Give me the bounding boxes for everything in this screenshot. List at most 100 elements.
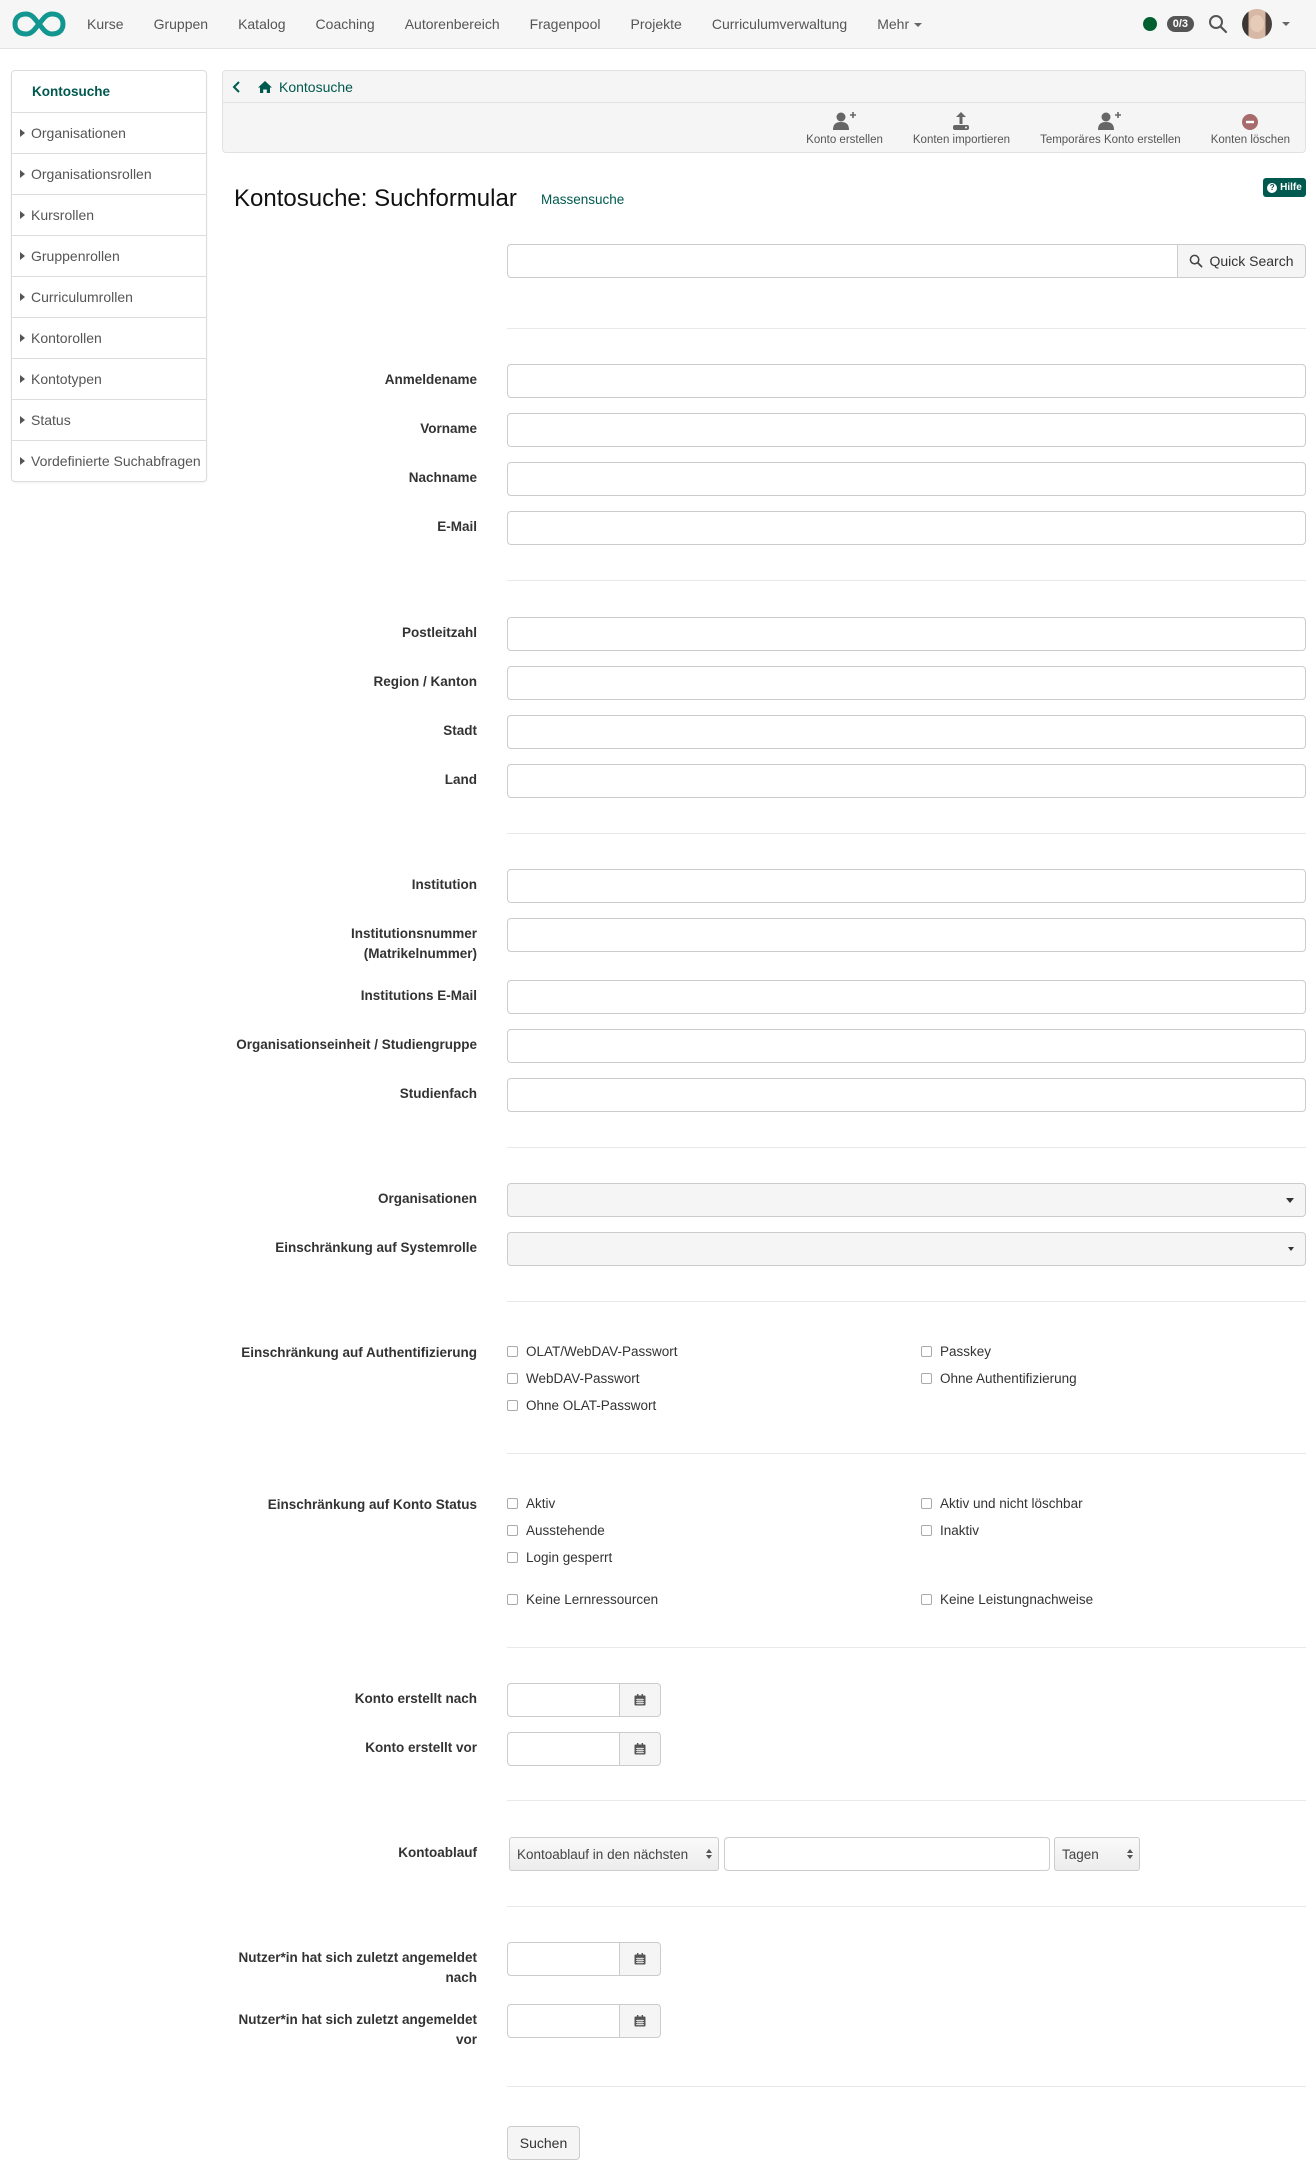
login-input[interactable]	[507, 364, 1306, 398]
email-input[interactable]	[507, 511, 1306, 545]
section-divider	[507, 1906, 1306, 1907]
organisations-select[interactable]	[507, 1183, 1306, 1217]
lastname-input[interactable]	[507, 462, 1306, 496]
nav-mehr[interactable]: Mehr	[862, 16, 937, 32]
sidebar-item-gruppenrollen[interactable]: Gruppenrollen	[12, 235, 206, 276]
checkbox-box[interactable]	[507, 1552, 518, 1563]
nav-autorenbereich[interactable]: Autorenbereich	[390, 16, 515, 32]
nav-gruppen[interactable]: Gruppen	[139, 16, 223, 32]
sidebar-item-kursrollen[interactable]: Kursrollen	[12, 194, 206, 235]
expiration-amount-input[interactable]	[724, 1837, 1050, 1871]
sidebar-item-organisationen[interactable]: Organisationen	[12, 112, 206, 153]
created-before-calendar-button[interactable]	[619, 1732, 661, 1766]
nav-katalog[interactable]: Katalog	[223, 16, 300, 32]
auth-olat-webdav-password-checkbox[interactable]: OLAT/WebDAV-Passwort	[507, 1344, 678, 1359]
openolat-logo-icon[interactable]	[12, 10, 66, 38]
quick-search-button[interactable]: Quick Search	[1177, 244, 1306, 278]
system-role-select[interactable]	[507, 1232, 1306, 1266]
expand-triangle-icon	[20, 375, 25, 383]
login-after-label: Nutzer*in hat sich zuletzt angemeldet na…	[177, 1948, 477, 1988]
status-active-checkbox[interactable]: Aktiv	[507, 1496, 555, 1511]
mass-search-link[interactable]: Massensuche	[541, 192, 624, 207]
country-input[interactable]	[507, 764, 1306, 798]
login-before-calendar-button[interactable]	[619, 2004, 661, 2038]
nav-curriculumverwaltung[interactable]: Curriculumverwaltung	[697, 16, 862, 32]
import-accounts-button[interactable]: Konten importieren	[898, 111, 1025, 146]
help-button[interactable]: ? Hilfe	[1263, 178, 1306, 197]
section-divider	[507, 2086, 1306, 2087]
search-icon[interactable]	[1208, 14, 1228, 34]
checkbox-box[interactable]	[507, 1346, 518, 1357]
status-pending-checkbox[interactable]: Ausstehende	[507, 1523, 605, 1538]
checkbox-box[interactable]	[921, 1525, 932, 1536]
status-active-undeletable-checkbox[interactable]: Aktiv und nicht löschbar	[921, 1496, 1083, 1511]
institution-input[interactable]	[507, 869, 1306, 903]
online-status-icon[interactable]	[1142, 17, 1157, 31]
institution-email-input[interactable]	[507, 980, 1306, 1014]
sidebar-item-curriculumrollen[interactable]: Curriculumrollen	[12, 276, 206, 317]
create-account-button[interactable]: Konto erstellen	[791, 111, 898, 146]
delete-accounts-button[interactable]: Konten löschen	[1196, 111, 1305, 146]
sidebar-item-label: Gruppenrollen	[31, 248, 120, 264]
login-label: Anmeldename	[384, 372, 477, 387]
status-no-certificates-checkbox[interactable]: Keine Leistungnachweise	[921, 1592, 1093, 1607]
sidebar-item-organisationsrollen[interactable]: Organisationsrollen	[12, 153, 206, 194]
nav-fragenpool[interactable]: Fragenpool	[515, 16, 616, 32]
expand-triangle-icon	[20, 293, 25, 301]
auth-passkey-checkbox[interactable]: Passkey	[921, 1344, 991, 1359]
status-no-resources-checkbox[interactable]: Keine Lernressourcen	[507, 1592, 658, 1607]
status-inactive-checkbox[interactable]: Inaktiv	[921, 1523, 979, 1538]
sidebar-item-kontotypen[interactable]: Kontotypen	[12, 358, 206, 399]
status-login-denied-checkbox[interactable]: Login gesperrt	[507, 1550, 612, 1565]
study-subject-input[interactable]	[507, 1078, 1306, 1112]
checkbox-box[interactable]	[507, 1594, 518, 1605]
calendar-icon	[634, 1953, 646, 1965]
login-after-calendar-button[interactable]	[619, 1942, 661, 1976]
created-before-date-input[interactable]	[507, 1732, 620, 1766]
created-after-date-input[interactable]	[507, 1683, 620, 1717]
nav-kurse[interactable]: Kurse	[72, 16, 139, 32]
org-unit-input[interactable]	[507, 1029, 1306, 1063]
auth-webdav-password-checkbox[interactable]: WebDAV-Passwort	[507, 1371, 640, 1386]
auth-no-olat-password-checkbox[interactable]: Ohne OLAT-Passwort	[507, 1398, 656, 1413]
checkbox-box[interactable]	[921, 1373, 932, 1384]
quick-search-input[interactable]	[507, 244, 1178, 278]
checkbox-label: Ausstehende	[526, 1523, 605, 1538]
chevron-left-icon[interactable]	[231, 80, 243, 94]
breadcrumb-kontosuche[interactable]: Kontosuche	[279, 79, 353, 95]
breadcrumb-toolbar-panel: Kontosuche Konto erstellen Konten import…	[222, 70, 1306, 153]
login-before-date-input[interactable]	[507, 2004, 620, 2038]
sidebar-menu: Kontosuche Organisationen Organisationsr…	[11, 70, 207, 482]
nav-coaching[interactable]: Coaching	[301, 16, 390, 32]
created-after-calendar-button[interactable]	[619, 1683, 661, 1717]
login-after-date-input[interactable]	[507, 1942, 620, 1976]
checkbox-box[interactable]	[507, 1373, 518, 1384]
city-input[interactable]	[507, 715, 1306, 749]
create-temporary-account-button[interactable]: Temporäres Konto erstellen	[1025, 111, 1196, 146]
checkbox-box[interactable]	[921, 1346, 932, 1357]
expiration-unit-select[interactable]: Tagen	[1054, 1837, 1140, 1871]
user-plus-icon	[832, 111, 856, 130]
sidebar-item-kontosuche[interactable]: Kontosuche	[12, 71, 206, 112]
checkbox-box[interactable]	[507, 1525, 518, 1536]
user-menu-caret-icon[interactable]	[1282, 22, 1290, 26]
zipcode-input[interactable]	[507, 617, 1306, 651]
institution-number-input[interactable]	[507, 918, 1306, 952]
sidebar-item-kontorollen[interactable]: Kontorollen	[12, 317, 206, 358]
checkbox-box[interactable]	[921, 1498, 932, 1509]
checkbox-box[interactable]	[507, 1400, 518, 1411]
auth-none-checkbox[interactable]: Ohne Authentifizierung	[921, 1371, 1077, 1386]
nav-mehr-label: Mehr	[877, 16, 910, 32]
sidebar-item-status[interactable]: Status	[12, 399, 206, 440]
expiration-mode-select[interactable]: Kontoablauf in den nächsten	[509, 1837, 719, 1871]
sidebar-item-vordefinierte-suchabfragen[interactable]: Vordefinierte Suchabfragen	[12, 440, 206, 481]
firstname-input[interactable]	[507, 413, 1306, 447]
user-avatar[interactable]	[1242, 9, 1272, 39]
checkbox-box[interactable]	[921, 1594, 932, 1605]
region-input[interactable]	[507, 666, 1306, 700]
search-icon	[1190, 254, 1203, 268]
checkbox-box[interactable]	[507, 1498, 518, 1509]
nav-projekte[interactable]: Projekte	[615, 16, 696, 32]
search-submit-button[interactable]: Suchen	[507, 2126, 580, 2160]
assessment-counter-badge[interactable]: 0/3	[1166, 16, 1194, 32]
